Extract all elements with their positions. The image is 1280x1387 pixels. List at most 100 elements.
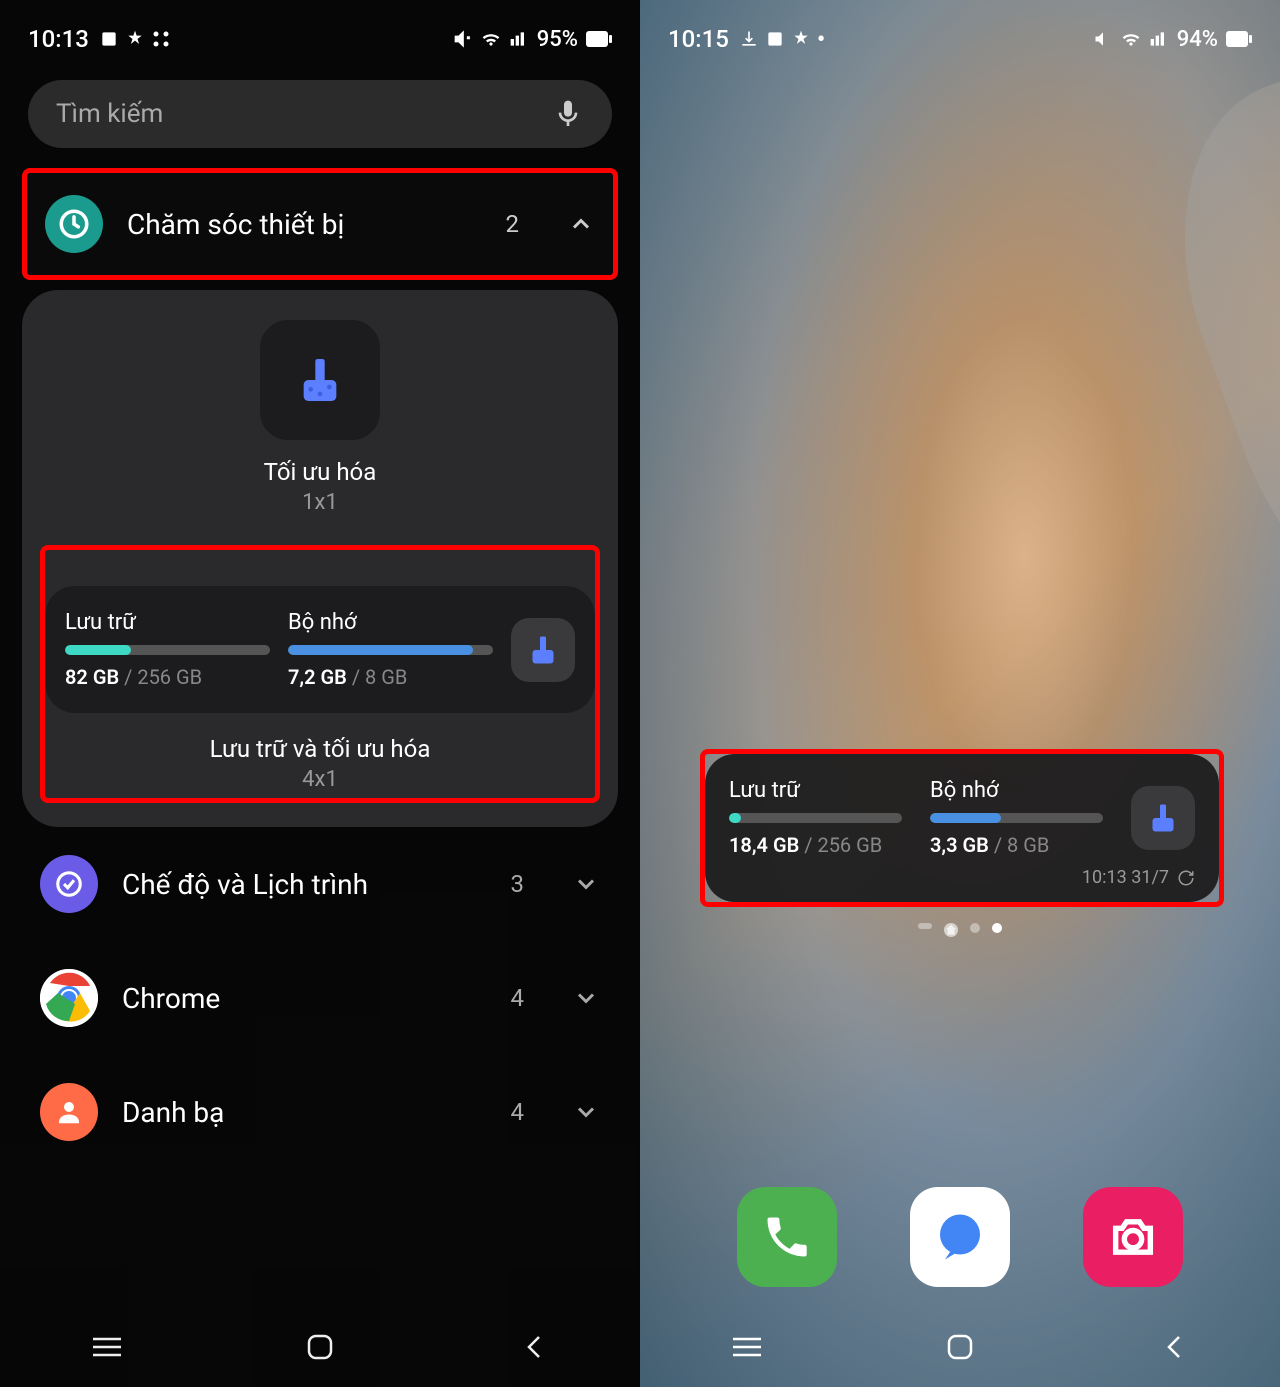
- list-row-chrome[interactable]: Chrome 4: [22, 941, 618, 1055]
- mic-icon[interactable]: [552, 98, 584, 130]
- chevron-down-icon: [572, 1098, 600, 1126]
- modes-icon: [40, 855, 98, 913]
- list-row-contacts[interactable]: Danh bạ 4: [22, 1055, 618, 1169]
- home-storage-used: 18,4 GB: [729, 833, 799, 857]
- status-notification-icons: [99, 29, 171, 49]
- device-care-header[interactable]: Chăm sóc thiết bị 2: [27, 173, 613, 275]
- list-row-modes[interactable]: Chế độ và Lịch trình 3: [22, 827, 618, 941]
- storage-progress: [65, 645, 270, 655]
- optimize-icon-box: [260, 320, 380, 440]
- dock-phone[interactable]: [737, 1187, 837, 1287]
- contacts-label: Danh bạ: [122, 1096, 487, 1129]
- status-bar: 10:15 • 94%: [640, 0, 1280, 60]
- chrome-icon: [40, 969, 98, 1027]
- refresh-icon[interactable]: [1177, 869, 1195, 887]
- dot-home[interactable]: [944, 923, 958, 937]
- mute-icon: [1093, 29, 1113, 49]
- memory-label: Bộ nhớ: [288, 610, 493, 635]
- contacts-count: 4: [511, 1098, 525, 1126]
- chrome-count: 4: [511, 984, 525, 1012]
- home-storage-section: Lưu trữ 18,4 GB / 256 GB: [729, 778, 902, 857]
- wifi-icon: [1121, 29, 1141, 49]
- home-storage-progress: [729, 813, 902, 823]
- widget-timestamp: 10:13 31/7: [1082, 867, 1169, 888]
- dot-active[interactable]: [992, 923, 1002, 933]
- home-memory-progress: [930, 813, 1103, 823]
- battery-percent: 95%: [537, 27, 578, 52]
- widget-optimize[interactable]: Tối ưu hóa 1x1: [40, 320, 600, 515]
- modes-count: 3: [511, 870, 525, 898]
- home-storage-widget[interactable]: Lưu trữ 18,4 GB / 256 GB Bộ nhớ 3,3 GB /…: [705, 754, 1219, 902]
- nav-home[interactable]: [280, 1329, 360, 1365]
- mute-icon: [453, 29, 473, 49]
- dock: [640, 1187, 1280, 1287]
- home-memory-total: / 8 GB: [989, 833, 1049, 857]
- chevron-up-icon: [567, 210, 595, 238]
- battery-icon: [1226, 31, 1252, 47]
- highlight-box-3: Lưu trữ 18,4 GB / 256 GB Bộ nhớ 3,3 GB /…: [700, 749, 1224, 907]
- contacts-icon: [40, 1083, 98, 1141]
- wifi-icon: [481, 29, 501, 49]
- nav-bar: [0, 1307, 640, 1387]
- page-indicator: [918, 923, 1002, 937]
- dock-camera[interactable]: [1083, 1187, 1183, 1287]
- widget-timestamp-row: 10:13 31/7: [729, 867, 1195, 888]
- home-storage-total: / 256 GB: [799, 833, 882, 857]
- memory-progress: [288, 645, 493, 655]
- status-time: 10:15: [668, 25, 729, 53]
- chevron-down-icon: [572, 984, 600, 1012]
- dock-messages[interactable]: [910, 1187, 1010, 1287]
- widget-storage-name: Lưu trữ và tối ưu hóa: [45, 735, 595, 763]
- optimize-button[interactable]: [511, 618, 575, 682]
- memory-used: 7,2 GB: [288, 665, 347, 689]
- home-memory-label: Bộ nhớ: [930, 778, 1103, 803]
- home-storage-label: Lưu trữ: [729, 778, 902, 803]
- storage-widget-preview[interactable]: Lưu trữ 82 GB / 256 GB Bộ nhớ 7,2 GB / 8…: [45, 586, 595, 713]
- brush-icon: [525, 632, 561, 668]
- nav-back[interactable]: [493, 1329, 573, 1365]
- widget-optimize-name: Tối ưu hóa: [264, 458, 377, 486]
- home-memory-used: 3,3 GB: [930, 833, 989, 857]
- nav-recents[interactable]: [67, 1329, 147, 1365]
- brush-icon: [1145, 800, 1181, 836]
- dot[interactable]: [970, 923, 980, 933]
- storage-total: / 256 GB: [119, 665, 202, 689]
- status-bar: 10:13 95%: [0, 0, 640, 60]
- phone-left-screen: 10:13 95% Tìm kiếm Chăm sóc thiết bị: [0, 0, 640, 1387]
- memory-total: / 8 GB: [347, 665, 407, 689]
- storage-used: 82 GB: [65, 665, 119, 689]
- battery-icon: [586, 31, 612, 47]
- nav-home[interactable]: [920, 1329, 1000, 1365]
- device-care-count: 2: [506, 210, 520, 238]
- battery-percent: 94%: [1177, 27, 1218, 52]
- chrome-label: Chrome: [122, 982, 487, 1015]
- widget-picker-list: Chăm sóc thiết bị 2 Tối ưu hóa 1x1: [0, 168, 640, 1169]
- search-bar[interactable]: Tìm kiếm: [28, 80, 612, 148]
- signal-icon: [509, 29, 529, 49]
- status-time: 10:13: [28, 25, 89, 53]
- widget-optimize-size: 1x1: [302, 490, 338, 515]
- nav-bar: [640, 1307, 1280, 1387]
- home-optimize-button[interactable]: [1131, 786, 1195, 850]
- device-care-icon: [45, 195, 103, 253]
- highlight-box-1: Chăm sóc thiết bị 2: [22, 168, 618, 280]
- widget-storage-meta: Lưu trữ và tối ưu hóa 4x1: [45, 735, 595, 792]
- storage-label: Lưu trữ: [65, 610, 270, 635]
- memory-section: Bộ nhớ 7,2 GB / 8 GB: [288, 610, 493, 689]
- wallpaper: [640, 0, 1280, 1387]
- dot[interactable]: [918, 923, 932, 929]
- signal-icon: [1149, 29, 1169, 49]
- widget-storage-size: 4x1: [45, 767, 595, 792]
- status-notification-icons: •: [739, 25, 825, 53]
- search-placeholder: Tìm kiếm: [56, 99, 552, 129]
- home-memory-section: Bộ nhớ 3,3 GB / 8 GB: [930, 778, 1103, 857]
- brush-icon: [292, 352, 348, 408]
- nav-back[interactable]: [1133, 1329, 1213, 1365]
- storage-section: Lưu trữ 82 GB / 256 GB: [65, 610, 270, 689]
- phone-right-screen: 10:15 • 94% Lưu trữ 18,4 GB / 256 GB: [640, 0, 1280, 1387]
- widget-panel: Tối ưu hóa 1x1 Lưu trữ 82 GB / 256 GB Bộ…: [22, 290, 618, 827]
- nav-recents[interactable]: [707, 1329, 787, 1365]
- highlight-box-2: Lưu trữ 82 GB / 256 GB Bộ nhớ 7,2 GB / 8…: [40, 545, 600, 803]
- modes-label: Chế độ và Lịch trình: [122, 868, 487, 901]
- chevron-down-icon: [572, 870, 600, 898]
